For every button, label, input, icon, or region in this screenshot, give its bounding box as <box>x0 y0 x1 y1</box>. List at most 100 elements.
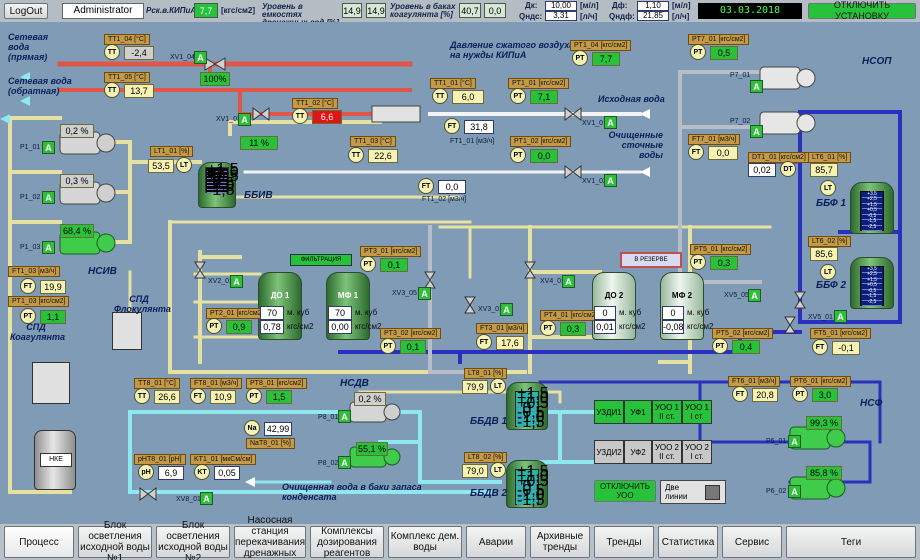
tank-bbdv1[interactable]: +1,5 +1,0 +0,5 0 -0,5 -1,0 -1,5 <box>506 382 549 432</box>
status-xv2-01[interactable]: A <box>230 275 243 288</box>
cell-uzdi2[interactable]: УЗДИ2 <box>594 440 624 464</box>
instr-pt1-02[interactable]: PT <box>510 147 526 163</box>
instr-lt8-02[interactable]: LT <box>490 462 506 478</box>
disable-uoo-button[interactable]: ОТКЛЮЧИТЬ УОО <box>594 480 656 502</box>
status-xv1-02[interactable]: A <box>604 174 617 187</box>
status-xv1-03[interactable]: A <box>238 113 251 126</box>
nav-tags[interactable]: Теги <box>786 526 916 558</box>
cell-uoo1-stage1[interactable]: УОО 1 I ст. <box>682 400 712 424</box>
instr-tt1-02[interactable]: TT <box>292 108 308 124</box>
status-xv5-01[interactable]: A <box>834 310 847 323</box>
tank-bbiv[interactable]: +1,5 +1,0 +0,5 0 -0,5 -1,0 -1,5 <box>198 161 239 208</box>
label-spd-floc: СПД Флокулянта <box>114 294 171 314</box>
instr-pt5-01[interactable]: PT <box>690 254 706 270</box>
two-lines-toggle[interactable]: Две линии <box>660 480 726 504</box>
instr-pt5-02[interactable]: PT <box>712 338 728 354</box>
logout-button[interactable]: LogOut <box>4 3 48 19</box>
instr-tt1-04[interactable]: TT <box>104 44 120 60</box>
instr-ft6-01[interactable]: FT <box>732 386 748 402</box>
instr-pt7-01[interactable]: PT <box>690 44 706 60</box>
pkip-label: Рск.в.КИПиА: <box>146 6 199 15</box>
cell-uoo2-stage2[interactable]: УОО 2 II ст. <box>652 440 682 464</box>
value-pt4-01: 0,3 <box>560 322 586 336</box>
instr-tt1-01[interactable]: TT <box>432 88 448 104</box>
status-p1-01[interactable]: A <box>42 141 55 154</box>
instr-pt1-03[interactable]: PT <box>20 308 36 324</box>
status-p8-01[interactable]: A <box>338 410 351 423</box>
status-p8-02[interactable]: A <box>338 456 351 469</box>
instr-ft1-01[interactable]: FT <box>444 118 460 134</box>
instr-ft3-01[interactable]: FT <box>476 334 492 350</box>
tank-bbf2[interactable]: +3,5 +2,5 +1,5 +0,5 -0,5 -1,5 -2,5 <box>850 257 894 309</box>
nav-drain-station[interactable]: Насосная станция перекачивания дренажных… <box>234 515 306 560</box>
status-p1-02[interactable]: A <box>42 191 55 204</box>
nav-clarifier-1[interactable]: Блок осветления исходной воды №1 <box>78 520 152 560</box>
instr-pt2-01[interactable]: PT <box>206 318 222 334</box>
tag-ft5-01: FT5_01 [кгс/см2] <box>810 328 872 339</box>
status-p1-03[interactable]: A <box>42 241 55 254</box>
two-lines-checkbox[interactable] <box>705 485 720 500</box>
cell-uoo1-stage2[interactable]: УОО 1 II ст. <box>652 400 682 424</box>
status-xv3-01[interactable]: A <box>500 303 513 316</box>
status-p7-02[interactable]: A <box>750 125 763 138</box>
instr-tt8-01[interactable]: TT <box>134 388 150 404</box>
instr-lt1-01[interactable]: LT <box>176 157 192 173</box>
nav-alarms[interactable]: Аварии <box>466 526 526 558</box>
instr-ft8-01[interactable]: FT <box>190 388 206 404</box>
nav-archive-trends[interactable]: Архивные тренды <box>530 526 590 558</box>
cell-uf1[interactable]: УФ1 <box>624 400 652 424</box>
status-xv1-01[interactable]: A <box>604 116 617 129</box>
tank-nke[interactable]: НКЕ <box>34 430 76 490</box>
status-xv1-04[interactable]: A <box>194 51 207 64</box>
status-p7-01[interactable]: A <box>750 80 763 93</box>
instr-pt6-01[interactable]: PT <box>792 386 808 402</box>
spd-coag-unit[interactable] <box>32 362 70 404</box>
instr-pt3-01[interactable]: PT <box>360 256 376 272</box>
instr-lt8-01[interactable]: LT <box>490 378 506 394</box>
instr-tt1-05[interactable]: TT <box>104 82 120 98</box>
gauge-tick: -2,5 <box>862 224 882 231</box>
drain-level-2: 14,9 <box>366 3 386 18</box>
nav-process[interactable]: Процесс <box>4 526 74 558</box>
shutdown-button[interactable]: ОТКЛЮЧИТЬ УСТАНОВКУ <box>808 0 916 21</box>
instr-ft1-03[interactable]: FT <box>20 278 36 294</box>
instr-kt1-01[interactable]: KT <box>194 464 210 480</box>
status-p6-02[interactable]: A <box>788 485 801 498</box>
nav-dosing[interactable]: Комплексы дозирования реагентов <box>310 526 384 559</box>
value-ft5-01: -0,1 <box>832 341 860 355</box>
instr-ft7-01[interactable]: FT <box>688 144 704 160</box>
cell-uf2[interactable]: УФ2 <box>624 440 652 464</box>
cell-uzdi1[interactable]: УЗДИ1 <box>594 400 624 424</box>
instr-pt1-04[interactable]: PT <box>572 50 588 66</box>
instr-nat8-01[interactable]: Na <box>244 420 260 436</box>
instr-lt6-01[interactable]: LT <box>820 180 836 196</box>
status-xv5-05[interactable]: A <box>748 289 761 302</box>
gauge-tick: -1,5 <box>517 414 545 432</box>
unit-mf2-pressure: кгс/см2 <box>687 322 714 331</box>
status-xv3-05[interactable]: A <box>418 287 431 300</box>
status-xv4-01[interactable]: A <box>562 275 575 288</box>
value-lt8-01: 79,9 <box>462 380 488 394</box>
instr-tt1-03[interactable]: TT <box>348 147 364 163</box>
tank-bbdv2[interactable]: +1,5 +1,0 +0,5 0 -0,5 -1,0 -1,5 <box>506 460 549 508</box>
instr-pt1-01[interactable]: PT <box>510 88 526 104</box>
tank-bbf1[interactable]: +3,5 +2,5 +1,5 +0,5 -0,5 -1,5 -2,5 <box>850 182 894 234</box>
spd-floc-unit[interactable] <box>112 312 142 350</box>
instr-pt3-02[interactable]: PT <box>380 338 396 354</box>
status-p6-01[interactable]: A <box>788 435 801 448</box>
status-xv8-01[interactable]: A <box>200 492 213 505</box>
instr-dt1-01[interactable]: DT <box>780 161 796 177</box>
nav-trends[interactable]: Тренды <box>594 526 654 558</box>
nav-demwater[interactable]: Комплекс дем. воды <box>388 526 462 558</box>
nav-service[interactable]: Сервис <box>722 526 782 558</box>
nav-statistics[interactable]: Статистика <box>658 526 718 558</box>
cell-uoo2-stage1[interactable]: УОО 2 I ст. <box>682 440 712 464</box>
instr-pt4-01[interactable]: PT <box>540 320 556 336</box>
instr-ft1-02[interactable]: FT <box>418 178 434 194</box>
tag-p6-02: P6_02 <box>766 488 787 495</box>
instr-lt6-02[interactable]: LT <box>820 264 836 280</box>
nav-clarifier-2[interactable]: Блок осветления исходной воды №2 <box>156 520 230 560</box>
instr-ft5-01[interactable]: FT <box>812 339 828 355</box>
instr-pht8-01[interactable]: pH <box>138 464 154 480</box>
instr-pt8-01[interactable]: PT <box>246 388 262 404</box>
